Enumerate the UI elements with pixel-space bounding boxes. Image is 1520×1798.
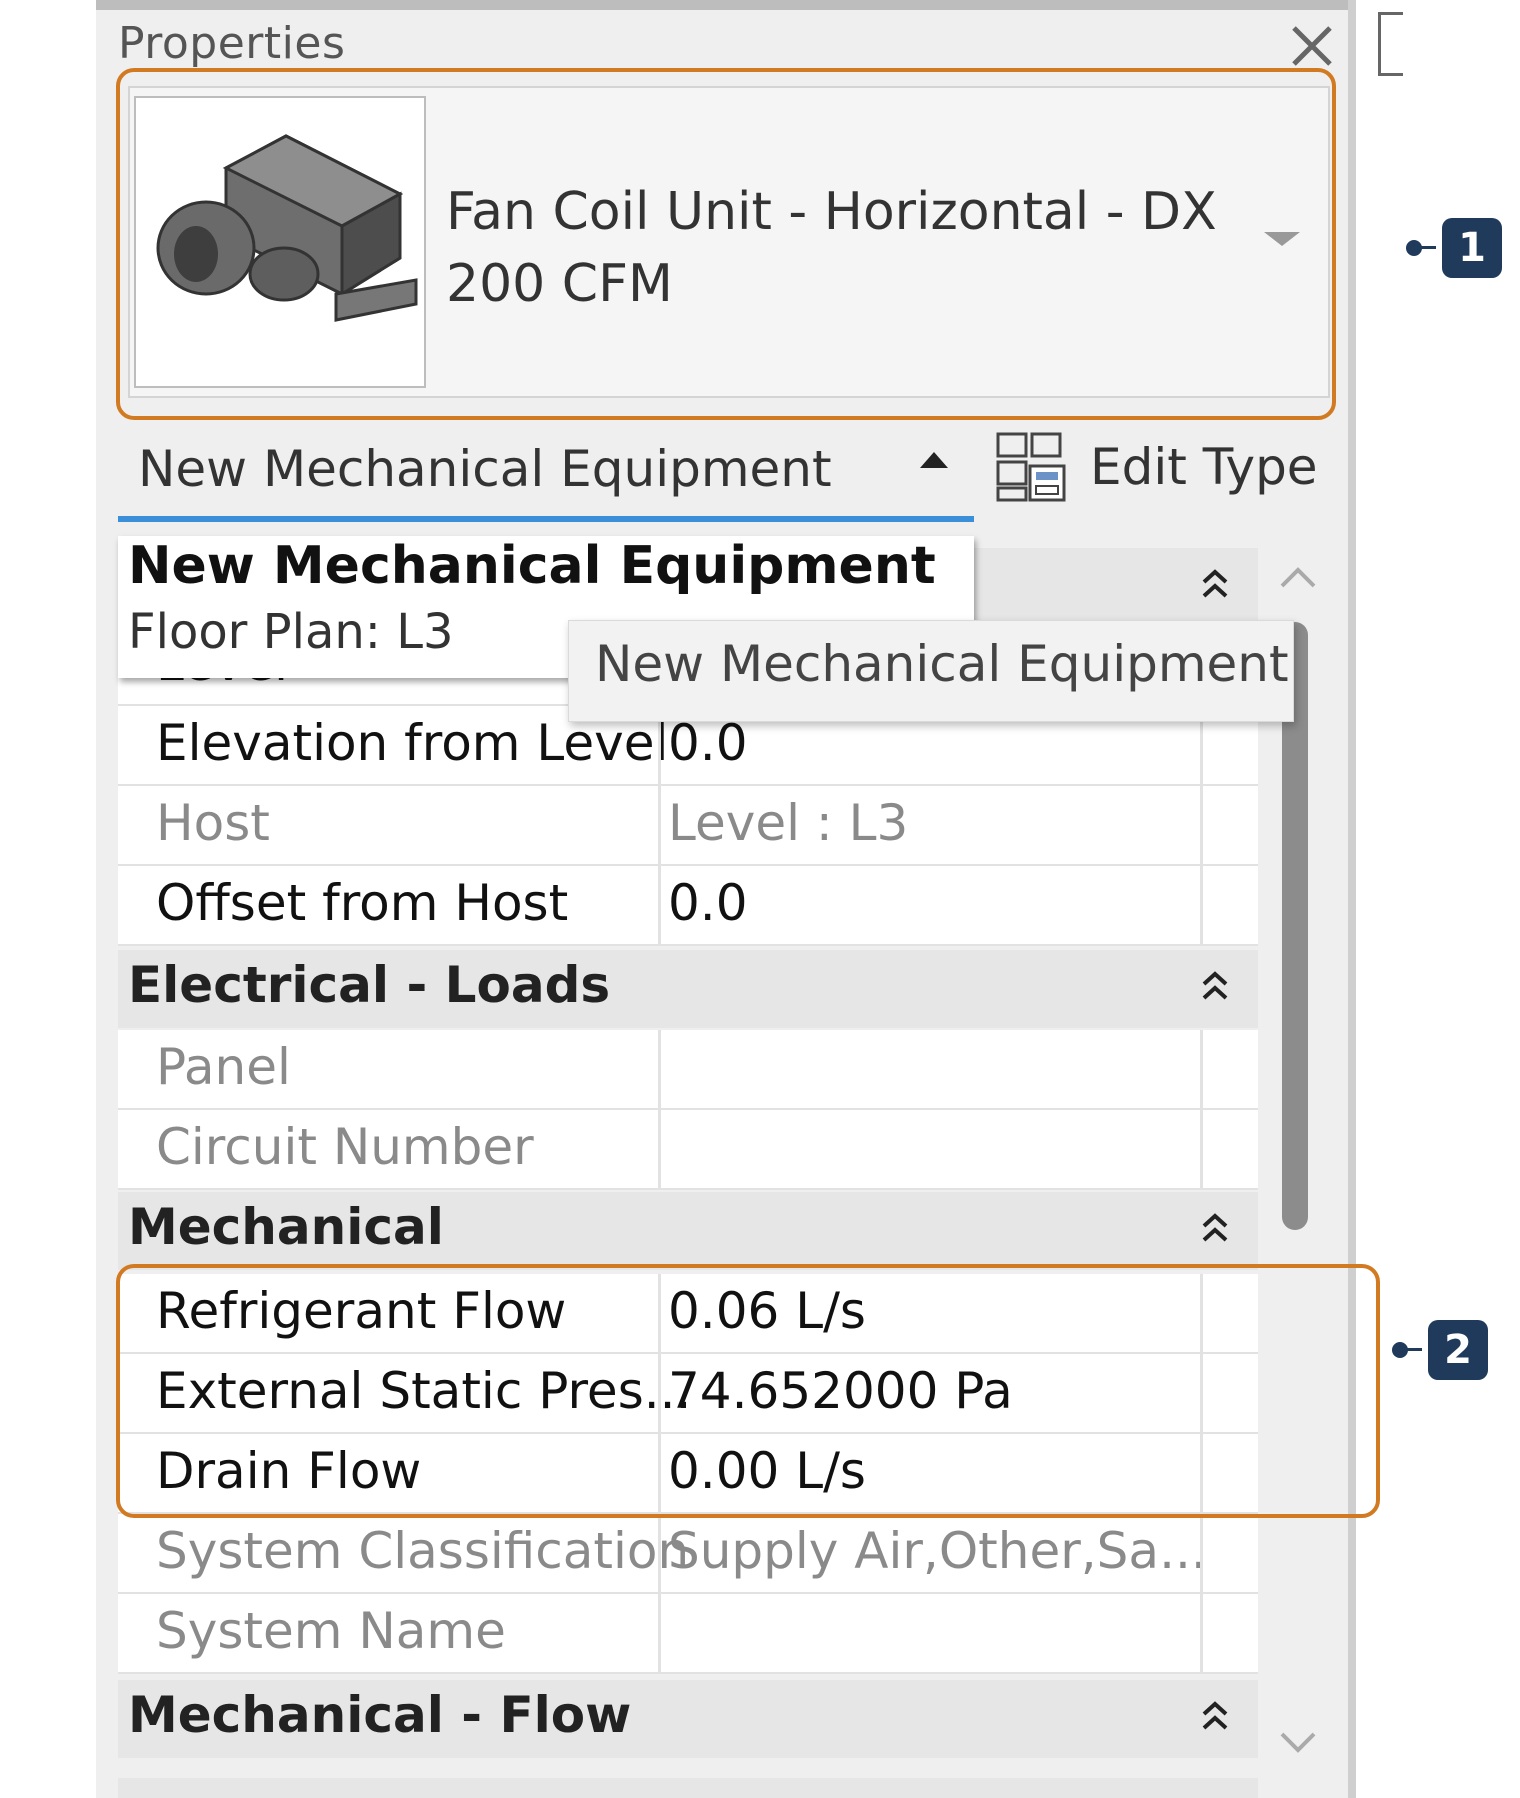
edit-type-icon[interactable] <box>994 430 1068 504</box>
property-label: Offset from Host <box>156 874 569 932</box>
tooltip-text: New Mechanical Equipment <box>595 635 1289 693</box>
property-row[interactable]: Offset from Host 0.0 <box>118 866 1258 946</box>
selection-filter-underline <box>118 516 974 522</box>
group-title: Mechanical <box>128 1198 444 1256</box>
column-divider <box>1200 866 1203 946</box>
caret-up-icon[interactable] <box>920 452 948 468</box>
callout-badge-1: 1 <box>1442 218 1502 278</box>
panel-top-border <box>96 0 1356 10</box>
edit-type-button[interactable]: Edit Type <box>1090 438 1318 496</box>
panel-border <box>1348 0 1356 1798</box>
property-label: Elevation from Level <box>156 714 669 772</box>
callout-badge-2: 2 <box>1428 1320 1488 1380</box>
column-divider <box>1200 1594 1203 1674</box>
property-label: System Name <box>156 1602 506 1660</box>
column-divider <box>1200 1514 1203 1594</box>
tooltip: New Mechanical Equipment <box>568 620 1294 722</box>
highlight-box-2 <box>116 1264 1380 1518</box>
popup-title[interactable]: New Mechanical Equipment <box>128 536 936 596</box>
property-row[interactable]: System Name <box>118 1594 1258 1674</box>
property-row[interactable]: Host Level : L3 <box>118 786 1258 866</box>
adjacent-window-edge <box>1378 12 1403 76</box>
selection-filter-label[interactable]: New Mechanical Equipment <box>138 440 832 498</box>
column-divider <box>1200 786 1203 866</box>
property-row[interactable]: Circuit Number <box>118 1110 1258 1190</box>
property-value[interactable]: 0.0 <box>668 874 748 932</box>
collapse-double-chevron-icon[interactable] <box>1198 966 1232 1006</box>
property-value[interactable]: 0.0 <box>668 714 748 772</box>
group-header-electrical-loads[interactable]: Electrical - Loads <box>118 950 1258 1028</box>
collapse-double-chevron-icon[interactable] <box>1198 1208 1232 1248</box>
panel-title: Properties <box>118 18 346 69</box>
property-label: Circuit Number <box>156 1118 534 1176</box>
property-row[interactable]: Panel <box>118 1030 1258 1110</box>
next-row-partial <box>118 1778 1258 1798</box>
close-icon[interactable] <box>1288 22 1336 70</box>
property-label: System Classification <box>156 1522 690 1580</box>
property-value: Supply Air,Other,Sa... <box>668 1522 1207 1580</box>
group-header-mechanical[interactable]: Mechanical <box>118 1192 1258 1270</box>
property-label: Panel <box>156 1038 291 1096</box>
scroll-up-icon[interactable] <box>1278 562 1318 592</box>
property-label: Host <box>156 794 270 852</box>
collapse-double-chevron-icon[interactable] <box>1198 564 1232 604</box>
column-divider <box>658 866 661 946</box>
group-title: Electrical - Loads <box>128 956 611 1014</box>
property-value: Level : L3 <box>668 794 909 852</box>
column-divider <box>658 786 661 866</box>
column-divider <box>658 1030 661 1110</box>
popup-view[interactable]: Floor Plan: L3 <box>128 604 454 660</box>
group-title: Mechanical - Flow <box>128 1686 632 1744</box>
column-divider <box>1200 1110 1203 1190</box>
highlight-box-1 <box>116 68 1336 420</box>
column-divider <box>658 1514 661 1594</box>
callout-line-1 <box>1420 246 1436 249</box>
callout-line-2 <box>1406 1348 1422 1351</box>
column-divider <box>1200 1030 1203 1110</box>
property-row[interactable]: System Classification Supply Air,Other,S… <box>118 1514 1258 1594</box>
scroll-down-icon[interactable] <box>1278 1728 1318 1758</box>
collapse-double-chevron-icon[interactable] <box>1198 1696 1232 1736</box>
column-divider <box>658 1594 661 1674</box>
column-divider <box>658 1110 661 1190</box>
group-header-mechanical-flow[interactable]: Mechanical - Flow <box>118 1680 1258 1758</box>
